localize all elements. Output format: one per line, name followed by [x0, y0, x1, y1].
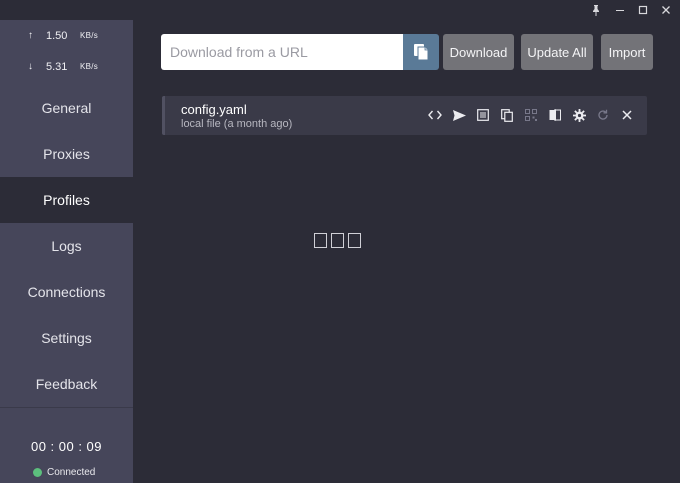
- download-unit: KB/s: [80, 62, 99, 71]
- gear-icon[interactable]: [571, 107, 587, 123]
- copy-icon[interactable]: [499, 107, 515, 123]
- download-arrow-icon: ↓: [28, 61, 33, 72]
- maximize-icon[interactable]: [631, 0, 655, 20]
- minimize-icon[interactable]: [608, 0, 632, 20]
- paste-icon: [414, 44, 429, 61]
- nav-connections[interactable]: Connections: [0, 269, 133, 315]
- pin-icon[interactable]: [584, 0, 608, 20]
- status-dot-icon: [33, 467, 42, 477]
- status-area: 00 : 00 : 09 Connected: [0, 407, 133, 483]
- profile-subtitle: local file (a month ago): [181, 118, 293, 130]
- list-icon[interactable]: [475, 107, 491, 123]
- url-input[interactable]: [161, 34, 403, 70]
- upload-arrow-icon: ↑: [28, 30, 33, 41]
- download-speed: ↓ 5.31 KB/s: [0, 58, 133, 78]
- loading-box: [331, 233, 344, 248]
- app-window: ↑ 1.50 KB/s ↓ 5.31 KB/s General Proxies …: [0, 0, 680, 483]
- nav-proxies[interactable]: Proxies: [0, 131, 133, 177]
- nav-settings[interactable]: Settings: [0, 315, 133, 361]
- loading-indicator: [314, 233, 361, 248]
- loading-box: [348, 233, 361, 248]
- connection-status: Connected: [33, 465, 95, 479]
- profile-name: config.yaml: [181, 102, 247, 117]
- code-icon[interactable]: [427, 107, 443, 123]
- title-bar: [0, 0, 680, 20]
- paste-button[interactable]: [403, 34, 439, 70]
- compare-icon[interactable]: [547, 107, 563, 123]
- update-all-button[interactable]: Update All: [521, 34, 593, 70]
- profile-card[interactable]: config.yaml local file (a month ago): [162, 96, 647, 135]
- refresh-icon[interactable]: [595, 107, 611, 123]
- download-button[interactable]: Download: [443, 34, 514, 70]
- connection-status-label: Connected: [47, 466, 96, 478]
- upload-unit: KB/s: [80, 31, 99, 40]
- send-icon[interactable]: [451, 107, 467, 123]
- close-icon[interactable]: [654, 0, 678, 20]
- upload-speed: ↑ 1.50 KB/s: [0, 27, 133, 47]
- nav-logs[interactable]: Logs: [0, 223, 133, 269]
- remove-profile-icon[interactable]: [619, 107, 635, 123]
- nav-general[interactable]: General: [0, 85, 133, 131]
- import-button[interactable]: Import: [601, 34, 653, 70]
- uptime-timer: 00 : 00 : 09: [30, 439, 103, 454]
- loading-box: [314, 233, 327, 248]
- upload-value: 1.50: [46, 30, 68, 42]
- nav-profiles[interactable]: Profiles: [0, 177, 133, 223]
- sidebar: ↑ 1.50 KB/s ↓ 5.31 KB/s General Proxies …: [0, 20, 133, 483]
- qr-code-icon[interactable]: [523, 107, 539, 123]
- download-value: 5.31: [46, 61, 68, 73]
- nav-feedback[interactable]: Feedback: [0, 361, 133, 407]
